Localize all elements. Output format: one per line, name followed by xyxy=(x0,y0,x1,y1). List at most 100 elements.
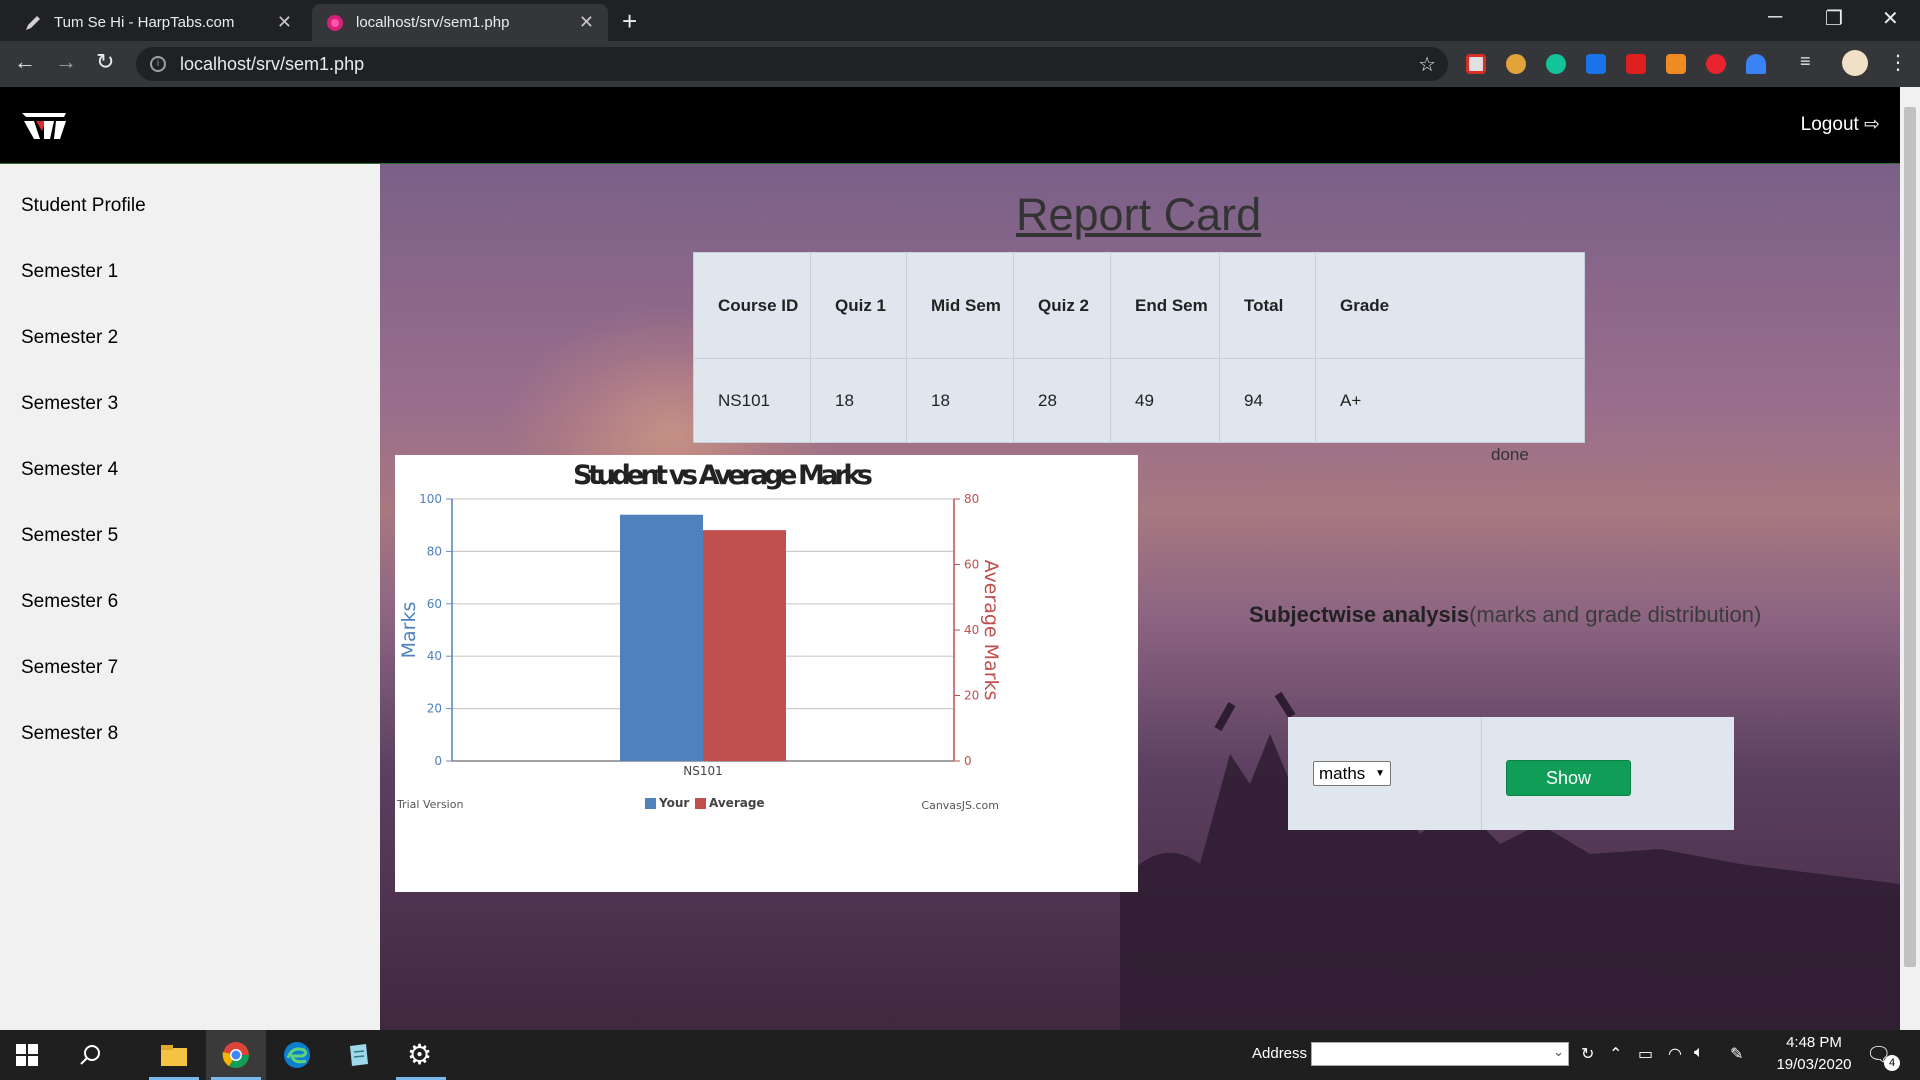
table-cell: NS101 xyxy=(693,358,811,443)
hand-extension-icon[interactable] xyxy=(1706,54,1726,74)
shield-extension-icon[interactable] xyxy=(1746,54,1766,74)
sidebar-item-semester-4[interactable]: Semester 4 xyxy=(21,459,118,481)
browser-tab-harptabs[interactable]: Tum Se Hi - HarpTabs.com ✕ xyxy=(10,4,306,41)
restore-icon[interactable]: ❐ xyxy=(1825,6,1843,31)
browser-tab-sem1[interactable]: localhost/srv/sem1.php ✕ xyxy=(312,4,608,41)
chart-footer-credit: CanvasJS.com xyxy=(921,799,999,812)
table-header-row: Course ID Quiz 1 Mid Sem Quiz 2 End Sem … xyxy=(693,252,1585,359)
new-tab-icon[interactable]: + xyxy=(622,6,637,37)
legend-swatch-average xyxy=(695,798,706,809)
table-cell: 18 xyxy=(906,358,1014,443)
marks-chart: Student vs Average Marks 0 20 40 60 80 100 0 20 4… xyxy=(395,455,1138,892)
panel-divider xyxy=(1481,717,1482,830)
bookmark-star-icon[interactable]: ☆ xyxy=(1418,52,1436,77)
site-header: Logout ⇨ xyxy=(0,87,1900,164)
logout-button[interactable]: Logout ⇨ xyxy=(1801,113,1880,136)
video-extension-icon[interactable] xyxy=(1626,54,1646,74)
legend-label-your: Your xyxy=(658,796,689,810)
y2-axis-title: Average Marks xyxy=(980,560,1002,701)
graduates-silhouette-image xyxy=(1120,691,1900,1030)
table-cell: 94 xyxy=(1219,358,1316,443)
chevron-down-icon[interactable]: ⌄ xyxy=(1553,1044,1564,1060)
y-tick-label: 100 xyxy=(419,492,442,506)
search-icon[interactable] xyxy=(78,1043,102,1067)
y-tick-label: 0 xyxy=(434,754,442,768)
sidebar-item-semester-2[interactable]: Semester 2 xyxy=(21,327,118,349)
notepad-icon[interactable] xyxy=(344,1040,374,1070)
edit-extension-icon[interactable] xyxy=(1586,54,1606,74)
column-header: Grade xyxy=(1315,252,1585,359)
info-icon[interactable]: i xyxy=(150,56,166,72)
subject-select[interactable]: maths ▼ xyxy=(1313,761,1391,786)
logout-icon: ⇨ xyxy=(1864,114,1880,135)
close-icon[interactable]: ✕ xyxy=(579,12,594,33)
subjectwise-analysis-heading: Subjectwise analysis(marks and grade dis… xyxy=(1249,602,1761,628)
chart-footer-trial: Trial Version xyxy=(396,798,463,811)
windows-start-icon[interactable] xyxy=(16,1044,38,1066)
sidebar-item-semester-5[interactable]: Semester 5 xyxy=(21,525,118,547)
page-scrollbar[interactable] xyxy=(1900,87,1920,1030)
page-title: Report Card xyxy=(1016,189,1262,240)
scrollbar-thumb[interactable] xyxy=(1904,107,1916,967)
browser-tab-bar: Tum Se Hi - HarpTabs.com ✕ localhost/srv… xyxy=(0,0,1920,41)
y2-tick-label: 40 xyxy=(964,623,979,637)
minimize-icon[interactable]: ─ xyxy=(1768,6,1782,29)
analysis-subtitle: (marks and grade distribution) xyxy=(1469,602,1762,627)
forward-icon[interactable]: → xyxy=(55,49,77,75)
chevron-up-icon[interactable]: ⌃ xyxy=(1609,1044,1622,1064)
table-cell: 18 xyxy=(810,358,907,443)
close-icon[interactable]: ✕ xyxy=(277,12,292,33)
sidebar-item-semester-3[interactable]: Semester 3 xyxy=(21,393,118,415)
table-cell: A+ xyxy=(1315,358,1585,443)
y-tick-label: 20 xyxy=(427,702,442,716)
refresh-icon[interactable]: ↻ xyxy=(1581,1044,1594,1064)
media-control-icon[interactable]: ≡ xyxy=(1800,51,1820,71)
table-cell: 28 xyxy=(1013,358,1111,443)
grammarly-extension-icon[interactable] xyxy=(1546,54,1566,74)
table-row: NS101 18 18 28 49 94 A+ xyxy=(693,358,1585,443)
edge-icon[interactable] xyxy=(282,1040,312,1070)
sidebar-item-semester-8[interactable]: Semester 8 xyxy=(21,723,118,745)
tab-title: Tum Se Hi - HarpTabs.com xyxy=(54,14,235,31)
sidebar-item-semester-1[interactable]: Semester 1 xyxy=(21,261,118,283)
volume-icon[interactable]: 🔈︎ xyxy=(1694,1044,1704,1062)
column-header: Total xyxy=(1219,252,1316,359)
y-tick-label: 80 xyxy=(427,544,442,558)
settings-gear-icon[interactable]: ⚙ xyxy=(407,1038,432,1071)
pocket-extension-icon[interactable] xyxy=(1466,54,1486,74)
column-header: End Sem xyxy=(1110,252,1220,359)
address-bar[interactable]: i localhost/srv/sem1.php ☆ xyxy=(136,47,1448,81)
file-explorer-icon[interactable] xyxy=(159,1040,189,1070)
sidebar-item-semester-6[interactable]: Semester 6 xyxy=(21,591,118,613)
sidebar: Student Profile Semester 1 Semester 2 Se… xyxy=(0,164,380,1030)
browser-toolbar: ← → ↻ i localhost/srv/sem1.php ☆ ≡ ⋮ xyxy=(0,41,1920,87)
y-axis-title: Marks xyxy=(398,602,420,659)
profile-avatar[interactable] xyxy=(1842,50,1868,76)
address-toolbar-input[interactable]: ⌄ xyxy=(1311,1042,1569,1066)
battery-icon[interactable]: ▭ xyxy=(1638,1044,1653,1064)
site-logo[interactable] xyxy=(20,107,68,145)
main-content: Report Card Course ID Quiz 1 Mid Sem Qui… xyxy=(380,164,1900,1030)
logout-label: Logout xyxy=(1800,114,1859,135)
cookie-extension-icon[interactable] xyxy=(1506,54,1526,74)
y-tick-label: 40 xyxy=(427,649,442,663)
report-card-table: Course ID Quiz 1 Mid Sem Quiz 2 End Sem … xyxy=(693,252,1585,443)
clock-time[interactable]: 4:48 PM xyxy=(1782,1034,1846,1051)
pen-ink-icon[interactable]: ✎ xyxy=(1730,1044,1743,1064)
menu-icon[interactable]: ⋮ xyxy=(1888,50,1908,74)
grid-extension-icon[interactable] xyxy=(1666,54,1686,74)
sidebar-item-student-profile[interactable]: Student Profile xyxy=(21,195,146,217)
bar-average-ns101 xyxy=(703,530,786,761)
clock-date[interactable]: 19/03/2020 xyxy=(1770,1056,1858,1073)
column-header: Quiz 2 xyxy=(1013,252,1111,359)
show-button[interactable]: Show xyxy=(1506,760,1631,796)
selected-subject: maths xyxy=(1319,764,1366,783)
bar-your-ns101 xyxy=(620,514,703,761)
sidebar-item-semester-7[interactable]: Semester 7 xyxy=(21,657,118,679)
wifi-icon[interactable]: ◠ xyxy=(1668,1044,1682,1064)
reload-icon[interactable]: ↻ xyxy=(96,49,114,75)
window-close-icon[interactable]: ✕ xyxy=(1882,6,1899,31)
chrome-icon[interactable] xyxy=(221,1040,251,1070)
back-icon[interactable]: ← xyxy=(14,49,36,75)
site-favicon-icon xyxy=(326,14,344,32)
